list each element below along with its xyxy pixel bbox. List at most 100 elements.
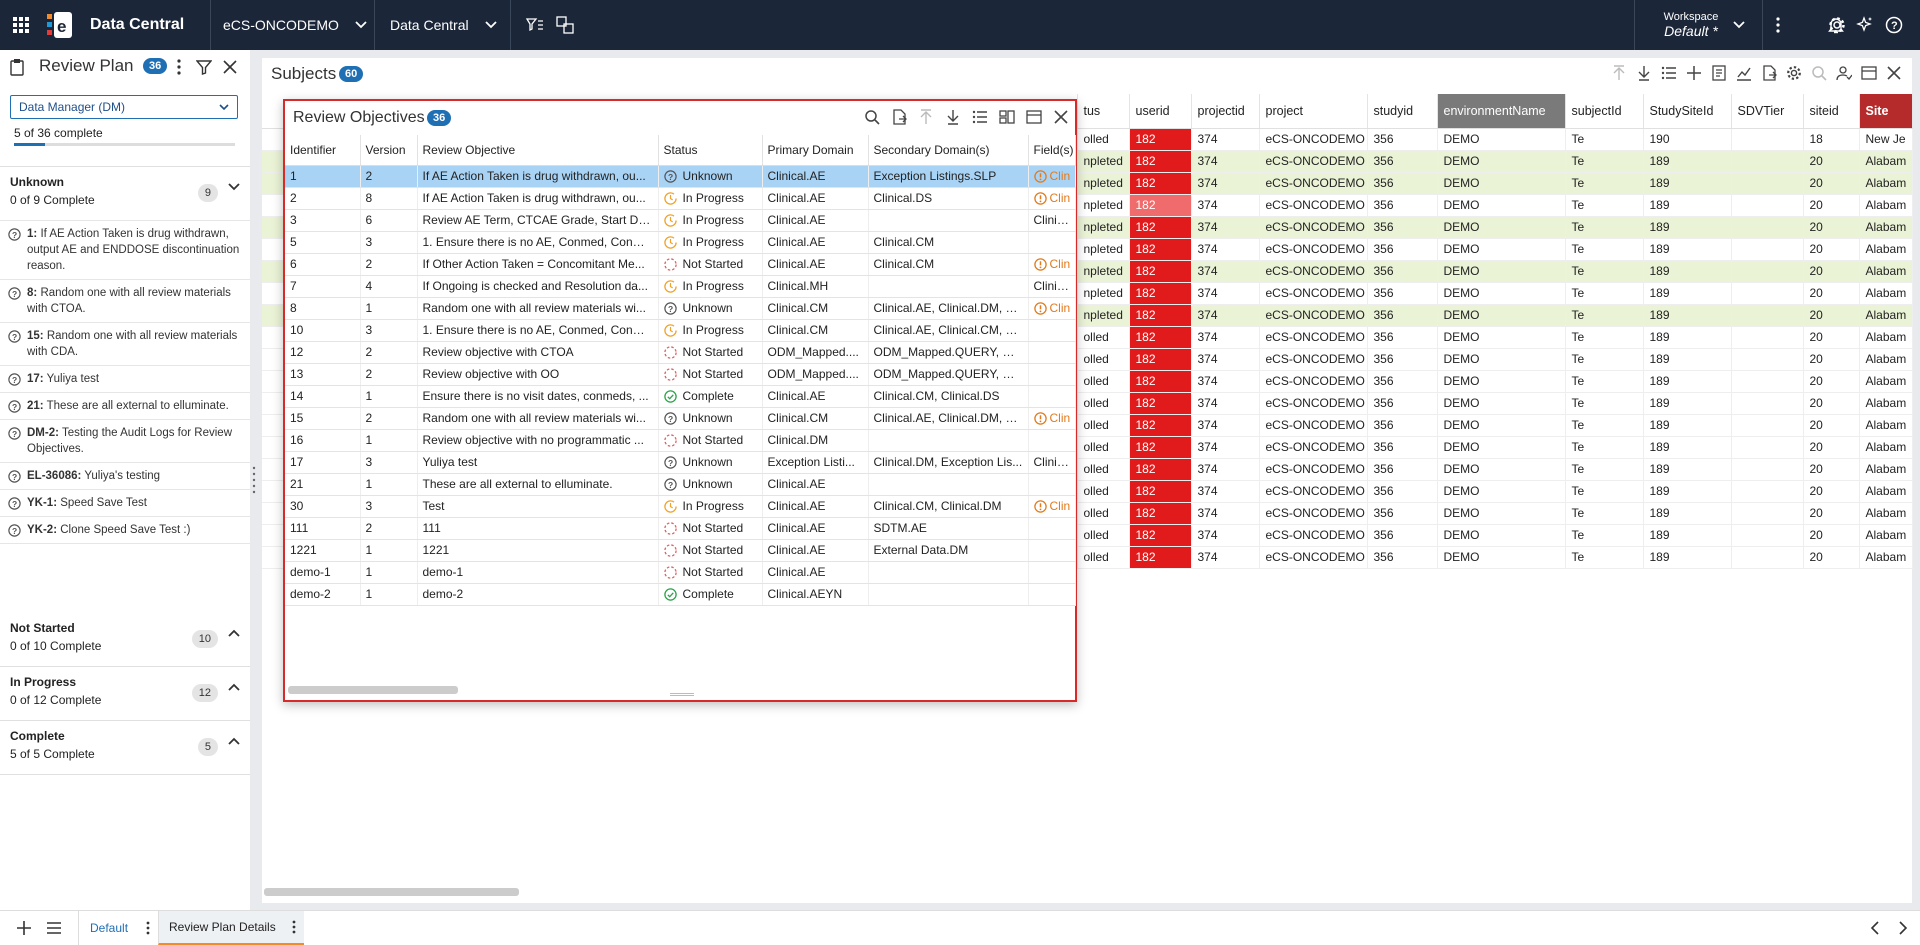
help-icon[interactable]: ? <box>1885 0 1903 50</box>
column-header-subjectid[interactable]: subjectId <box>1565 94 1644 129</box>
search-icon[interactable] <box>1811 65 1827 81</box>
table-row[interactable]: 17 3 Yuliya test? Unknown Exception Listi...… <box>285 451 1076 474</box>
add-tab-icon[interactable] <box>16 920 32 936</box>
table-row[interactable]: 1 2 If AE Action Taken is drug withdrawn, … <box>285 165 1076 188</box>
report-icon[interactable] <box>1711 65 1727 81</box>
filter-tree-icon[interactable] <box>526 0 544 50</box>
apps-grid-icon[interactable] <box>12 0 30 50</box>
table-row[interactable]: 5 3 1. Ensure there is no AE, Conmed, Conm… <box>285 231 1076 254</box>
list-view-icon[interactable] <box>1661 65 1677 81</box>
menu-icon[interactable] <box>46 921 62 935</box>
column-header-site[interactable]: Site <box>1859 94 1913 129</box>
table-row[interactable]: demo-2 1 demo-2 Complete Clinical.AEYN <box>285 583 1076 606</box>
cell-field-s <box>1028 429 1076 452</box>
export-icon[interactable] <box>891 109 907 125</box>
column-header-project[interactable]: project <box>1259 94 1368 129</box>
group-header-not-started[interactable]: Not Started 0 of 10 Complete 10 <box>0 613 250 667</box>
table-row[interactable]: 21 1 These are all external to elluminate.… <box>285 473 1076 496</box>
more-vertical-icon[interactable] <box>177 59 181 75</box>
column-header-projectid[interactable]: projectid <box>1191 94 1260 129</box>
objective-item[interactable]: ? EL-36086: Yuliya's testing <box>0 463 250 490</box>
settings-gear-icon[interactable] <box>1828 0 1846 50</box>
objective-item[interactable]: ? YK-1: Speed Save Test <box>0 490 250 517</box>
resize-handle[interactable] <box>670 693 694 696</box>
table-row[interactable]: 16 1 Review objective with no programmatic… <box>285 429 1076 452</box>
column-layout-icon[interactable] <box>999 109 1015 125</box>
table-row[interactable]: 2 8 If AE Action Taken is drug withdrawn, … <box>285 187 1076 210</box>
export-icon[interactable] <box>1761 65 1777 81</box>
column-header-field-s[interactable]: Field(s) <box>1028 135 1076 166</box>
search-icon[interactable] <box>864 109 880 125</box>
objective-item[interactable]: ? 1: If AE Action Taken is drug withdrawn… <box>0 221 250 280</box>
ai-sparkle-icon[interactable] <box>1856 0 1874 50</box>
list-view-icon[interactable] <box>972 109 988 125</box>
chart-icon[interactable] <box>1736 65 1752 81</box>
column-header-siteid[interactable]: siteid <box>1803 94 1860 129</box>
window-icon[interactable] <box>1861 65 1877 81</box>
add-icon[interactable] <box>1686 65 1702 81</box>
chevron-left-icon[interactable] <box>1870 921 1880 935</box>
close-icon[interactable] <box>1886 65 1902 81</box>
upload-icon[interactable] <box>918 109 934 125</box>
table-row[interactable]: 13 2 Review objective with OO Not Started OD… <box>285 363 1076 386</box>
horizontal-scrollbar[interactable] <box>264 888 519 896</box>
table-row[interactable]: 111 2 111 Not Started Clinical.AE SDTM.AE <box>285 517 1076 540</box>
table-row[interactable]: 8 1 Random one with all review materials w… <box>285 297 1076 320</box>
column-header-sdvtier[interactable]: SDVTier <box>1731 94 1804 129</box>
assign-user-icon[interactable] <box>1836 65 1852 81</box>
table-row[interactable]: 10 3 1. Ensure there is no AE, Conmed, Con… <box>285 319 1076 342</box>
close-icon[interactable] <box>1053 109 1069 125</box>
chevron-down-icon[interactable] <box>1733 0 1745 50</box>
hierarchy-icon[interactable] <box>556 0 574 50</box>
column-header-identifier[interactable]: Identifier <box>285 135 361 166</box>
role-dropdown[interactable]: Data Manager (DM) <box>10 95 238 119</box>
column-header-review-objective[interactable]: Review Objective <box>417 135 659 166</box>
objective-item[interactable]: ? 21: These are all external to elluminat… <box>0 393 250 420</box>
table-row[interactable]: 7 4 If Ongoing is checked and Resolution d… <box>285 275 1076 298</box>
objective-item[interactable]: ? YK-2: Clone Speed Save Test :) <box>0 517 250 544</box>
column-header-version[interactable]: Version <box>360 135 418 166</box>
column-header-tus[interactable]: tus <box>1077 94 1130 129</box>
column-header-status[interactable]: Status <box>658 135 763 166</box>
table-row[interactable]: 1221 1 1221 Not Started Clinical.AE External … <box>285 539 1076 562</box>
table-row[interactable]: demo-1 1 demo-1 Not Started Clinical.AE <box>285 561 1076 584</box>
not-started-status-icon <box>663 345 677 359</box>
table-row[interactable]: 15 2 Random one with all review materials … <box>285 407 1076 430</box>
horizontal-scrollbar[interactable] <box>288 686 458 694</box>
column-header-studyid[interactable]: studyid <box>1367 94 1438 129</box>
settings-icon[interactable] <box>1786 65 1802 81</box>
download-icon[interactable] <box>1636 65 1652 81</box>
objective-item[interactable]: ? DM-2: Testing the Audit Logs for Review… <box>0 420 250 463</box>
objective-item[interactable]: ? 15: Random one with all review material… <box>0 323 250 366</box>
cell-userid: 182 <box>1129 216 1192 239</box>
filter-icon[interactable] <box>196 59 212 75</box>
chevron-right-icon[interactable] <box>1898 921 1908 935</box>
table-row[interactable]: 3 6 Review AE Term, CTCAE Grade, Start Dat… <box>285 209 1076 232</box>
export-up-icon[interactable] <box>1611 65 1627 81</box>
drag-handle-icon[interactable] <box>251 465 257 495</box>
column-header-primary-domain[interactable]: Primary Domain <box>762 135 869 166</box>
more-vertical-icon[interactable] <box>1776 0 1780 50</box>
group-header-unknown[interactable]: Unknown 0 of 9 Complete 9 <box>0 167 250 221</box>
group-header-complete[interactable]: Complete 5 of 5 Complete 5 <box>0 721 250 775</box>
column-header-studysiteid[interactable]: StudySiteId <box>1643 94 1732 129</box>
table-row[interactable]: 12 2 Review objective with CTOA Not Started… <box>285 341 1076 364</box>
table-row[interactable]: 14 1 Ensure there is no visit dates, conme… <box>285 385 1076 408</box>
workspace-selector[interactable]: Workspace Default * <box>1650 0 1732 50</box>
group-header-in-progress[interactable]: In Progress 0 of 12 Complete 12 <box>0 667 250 721</box>
study-selector[interactable]: eCS-ONCODEMO <box>223 0 367 50</box>
download-icon[interactable] <box>945 109 961 125</box>
tab-default[interactable]: Default <box>78 911 158 945</box>
table-row[interactable]: 6 2 If Other Action Taken = Concomitant Me… <box>285 253 1076 276</box>
module-selector[interactable]: Data Central <box>390 0 497 50</box>
close-icon[interactable] <box>223 60 237 74</box>
column-header-userid[interactable]: userid <box>1129 94 1192 129</box>
window-icon[interactable] <box>1026 109 1042 125</box>
objective-item[interactable]: ? 17: Yuliya test <box>0 366 250 393</box>
column-header-secondary-domain-s[interactable]: Secondary Domain(s) <box>868 135 1029 166</box>
cell-projectid: 374 <box>1191 502 1260 525</box>
table-row[interactable]: 30 3 Test In Progress Clinical.AE Clinical.CM… <box>285 495 1076 518</box>
objective-item[interactable]: ? 8: Random one with all review materials… <box>0 280 250 323</box>
column-header-environmentname[interactable]: environmentName <box>1437 94 1566 129</box>
tab-review-plan-details[interactable]: Review Plan Details <box>158 911 304 945</box>
